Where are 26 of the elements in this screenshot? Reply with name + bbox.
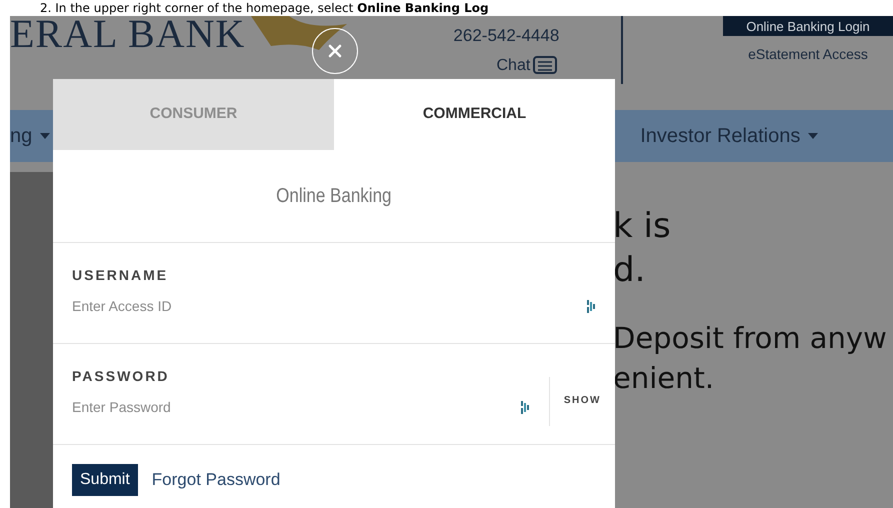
chat-link[interactable]: Chat <box>496 56 560 76</box>
chat-icon <box>533 56 560 76</box>
submit-button[interactable]: Submit <box>72 464 138 496</box>
key-icon <box>587 300 595 312</box>
hero-text: Deposit from anyw <box>613 320 887 357</box>
show-password-button[interactable]: SHOW <box>550 394 615 406</box>
close-icon <box>328 44 342 58</box>
field-label: USERNAME <box>72 267 170 283</box>
estatement-access-link[interactable]: eStatement Access <box>748 46 868 62</box>
phone-number[interactable]: 262-542-4448 <box>453 26 560 46</box>
field-label: PASSWORD <box>72 368 170 384</box>
nav-menu-item[interactable]: Investor Relations <box>640 124 818 148</box>
forgot-password-link[interactable]: Forgot Password <box>152 470 280 490</box>
online-banking-login-button[interactable]: Online Banking Login <box>723 16 893 36</box>
key-icon <box>520 400 529 414</box>
caret-icon <box>808 133 818 139</box>
tab[interactable]: CONSUMER <box>53 79 334 150</box>
hero-text: enient. <box>613 360 716 397</box>
bank-logo-text: ERAL BANK <box>10 16 246 52</box>
caret-icon <box>40 133 50 139</box>
instruction-text: 2. In the upper right corner of the homepage, select Online Banking Log <box>40 0 489 16</box>
modal-title: Online Banking <box>276 184 392 208</box>
close-button[interactable] <box>312 28 358 74</box>
hero-text: d. <box>613 249 646 292</box>
nav-menu-item[interactable]: ng <box>10 124 50 148</box>
hero-text: k is <box>613 205 672 248</box>
